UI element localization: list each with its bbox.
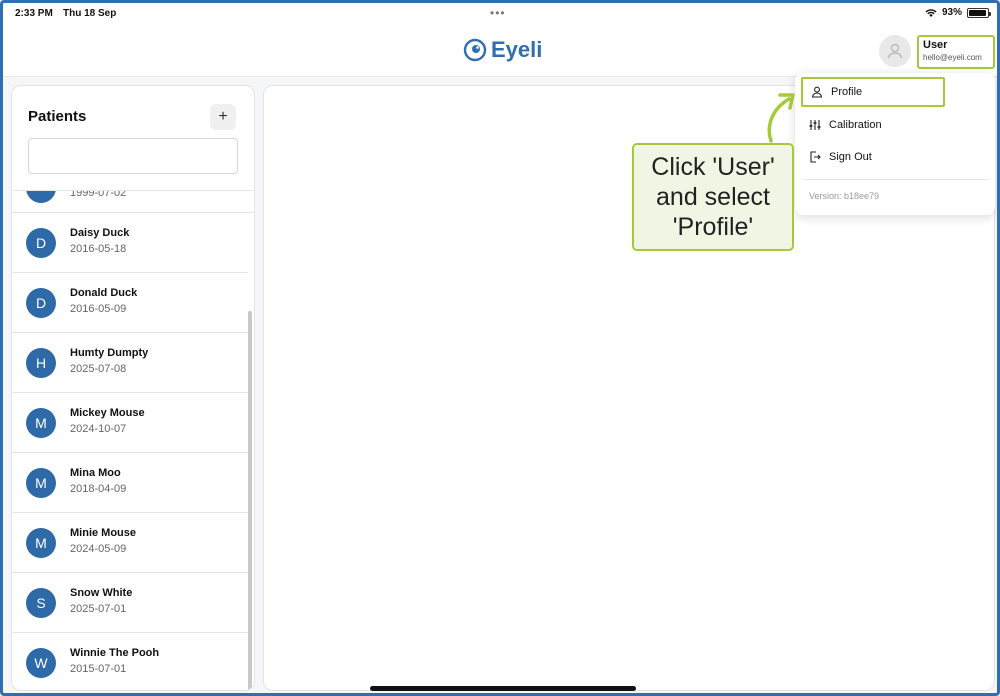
user-dropdown-menu: Profile Calibration Sign Out Version: b1… bbox=[795, 73, 995, 215]
app-logo: Eyeli bbox=[463, 37, 542, 63]
callout-arrow-icon bbox=[767, 93, 795, 143]
wifi-icon bbox=[925, 8, 937, 17]
battery-percent: 93% bbox=[941, 7, 962, 18]
patient-avatar: D bbox=[26, 228, 56, 258]
patient-dob: 2015-07-01 bbox=[70, 663, 127, 675]
list-item[interactable]: 1999-07-02 bbox=[12, 191, 254, 213]
patient-avatar: M bbox=[26, 408, 56, 438]
patient-avatar: M bbox=[26, 468, 56, 498]
patient-list-scrollbar[interactable] bbox=[248, 311, 252, 690]
app-version: Version: b18ee79 bbox=[809, 191, 880, 201]
list-item[interactable]: D Donald Duck 2016-05-09 bbox=[12, 273, 248, 333]
app-frame: 2:33 PM Thu 18 Sep ••• 93% Eyeli User he… bbox=[0, 0, 1000, 696]
patient-name: Daisy Duck bbox=[70, 227, 130, 239]
sliders-icon bbox=[809, 120, 821, 130]
patient-dob: 2016-05-18 bbox=[70, 243, 127, 255]
eye-logo-icon bbox=[463, 38, 487, 62]
app-name: Eyeli bbox=[491, 37, 543, 62]
patient-avatar: W bbox=[26, 648, 56, 678]
patient-dob: 2018-04-09 bbox=[70, 483, 127, 495]
sign-out-icon bbox=[810, 151, 821, 163]
patient-name: Minie Mouse bbox=[70, 527, 137, 539]
menu-divider bbox=[803, 179, 989, 180]
list-item[interactable]: W Winnie The Pooh 2015-07-01 bbox=[12, 633, 248, 690]
battery-level bbox=[969, 9, 986, 16]
instruction-callout: Click 'User' and select 'Profile' bbox=[632, 143, 794, 251]
user-name: User bbox=[923, 39, 948, 51]
patient-dob: 2025-07-08 bbox=[70, 363, 127, 375]
menu-item-calibration[interactable]: Calibration bbox=[801, 110, 945, 140]
status-right: 93% bbox=[925, 7, 991, 18]
patients-title: Patients bbox=[28, 108, 87, 125]
list-item[interactable]: H Humty Dumpty 2025-07-08 bbox=[12, 333, 248, 393]
patient-avatar: M bbox=[26, 528, 56, 558]
user-avatar[interactable] bbox=[879, 35, 911, 67]
person-icon bbox=[887, 43, 903, 59]
menu-item-label: Sign Out bbox=[829, 151, 872, 163]
app-header: Eyeli User hello@eyeli.com bbox=[3, 27, 997, 77]
menu-item-label: Calibration bbox=[829, 119, 882, 131]
patient-avatar: S bbox=[26, 588, 56, 618]
list-item[interactable]: S Snow White 2025-07-01 bbox=[12, 573, 248, 633]
patient-dob: 2016-05-09 bbox=[70, 303, 127, 315]
patient-avatar: H bbox=[26, 348, 56, 378]
list-item[interactable]: M Mickey Mouse 2024-10-07 bbox=[12, 393, 248, 453]
multitask-dots-icon[interactable]: ••• bbox=[490, 6, 506, 20]
patient-search-input[interactable] bbox=[28, 138, 238, 174]
patient-name: Donald Duck bbox=[70, 287, 138, 299]
status-date: Thu 18 Sep bbox=[63, 8, 117, 19]
patient-name: Winnie The Pooh bbox=[70, 647, 160, 659]
patient-avatar bbox=[26, 191, 56, 203]
menu-item-label: Profile bbox=[831, 86, 863, 98]
user-menu-button[interactable]: User hello@eyeli.com bbox=[917, 35, 995, 69]
patient-list: 1999-07-02 D Daisy Duck 2016-05-18 D Don… bbox=[12, 190, 254, 690]
person-icon bbox=[811, 86, 823, 98]
patient-dob: 1999-07-02 bbox=[70, 191, 127, 199]
status-bar: 2:33 PM Thu 18 Sep ••• 93% bbox=[3, 3, 997, 27]
list-item[interactable]: M Mina Moo 2018-04-09 bbox=[12, 453, 248, 513]
patient-dob: 2024-05-09 bbox=[70, 543, 127, 555]
user-email: hello@eyeli.com bbox=[923, 53, 982, 62]
patients-panel: Patients + 1999-07-02 D Daisy Duck 2016-… bbox=[11, 85, 255, 691]
list-item[interactable]: M Minie Mouse 2024-05-09 bbox=[12, 513, 248, 573]
patient-dob: 2024-10-07 bbox=[70, 423, 127, 435]
add-patient-button[interactable]: + bbox=[210, 104, 236, 130]
status-time: 2:33 PM bbox=[15, 8, 53, 19]
patient-avatar: D bbox=[26, 288, 56, 318]
patient-name: Snow White bbox=[70, 587, 133, 599]
home-indicator[interactable] bbox=[370, 686, 636, 691]
patient-dob: 2025-07-01 bbox=[70, 603, 127, 615]
battery-icon bbox=[967, 7, 991, 18]
patient-name: Humty Dumpty bbox=[70, 347, 149, 359]
patient-name: Mina Moo bbox=[70, 467, 121, 479]
menu-item-sign-out[interactable]: Sign Out bbox=[801, 142, 945, 172]
patient-name: Mickey Mouse bbox=[70, 407, 145, 419]
menu-item-profile[interactable]: Profile bbox=[801, 77, 945, 107]
list-item[interactable]: D Daisy Duck 2016-05-18 bbox=[12, 213, 248, 273]
